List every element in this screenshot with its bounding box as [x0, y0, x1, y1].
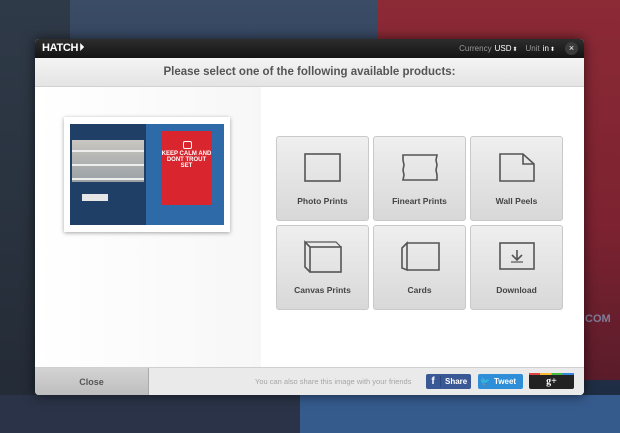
select-arrows-icon: ⬍ [549, 47, 555, 53]
unit-label: Unit [525, 44, 540, 53]
product-wall-peels[interactable]: Wall Peels [470, 136, 563, 221]
product-grid: Photo Prints Fineart Prints Wall Peels C… [276, 136, 566, 312]
product-label: Photo Prints [297, 196, 348, 206]
product-label: Wall Peels [495, 196, 538, 206]
card-icon [400, 241, 440, 272]
google-plus-button[interactable]: g+ [529, 373, 574, 389]
product-canvas-prints[interactable]: Canvas Prints [276, 225, 369, 310]
twitter-tweet-button[interactable]: 🐦 Tweet [478, 374, 523, 389]
google-plus-icon: g+ [546, 376, 557, 387]
close-button[interactable]: Close [35, 368, 149, 395]
dialog-footer: Close You can also share this image with… [35, 367, 584, 395]
heading-bar: Please select one of the following avail… [35, 58, 584, 87]
share-prompt: You can also share this image with your … [255, 377, 412, 386]
close-icon[interactable]: × [565, 42, 578, 55]
facebook-icon: f [426, 376, 441, 387]
currency-select[interactable]: USD⬍ [495, 44, 518, 53]
hatch-logo: HATCH [42, 42, 85, 54]
select-arrows-icon: ⬍ [512, 47, 518, 53]
canvas-print-icon [303, 240, 342, 273]
dialog-topbar: HATCH Currency USD⬍ Unit in⬍ × [35, 39, 584, 58]
poster-text: KEEP CALM AND DONT TROUT SET [161, 151, 212, 169]
unit-select[interactable]: in⬍ [543, 44, 555, 53]
product-download[interactable]: Download [470, 225, 563, 310]
facebook-share-button[interactable]: f Share [426, 374, 471, 389]
photo-print-icon [303, 153, 341, 182]
google-stripe [529, 373, 574, 375]
twitter-icon: 🐦 [480, 377, 490, 386]
dialog-heading: Please select one of the following avail… [163, 66, 456, 78]
product-label: Download [496, 285, 537, 295]
product-label: Fineart Prints [392, 196, 447, 206]
image-preview: KEEP CALM AND DONT TROUT SET [64, 117, 230, 232]
logo-flag-icon [80, 43, 85, 51]
crown-icon [183, 141, 192, 149]
currency-label: Currency [459, 44, 492, 53]
product-photo-prints[interactable]: Photo Prints [276, 136, 369, 221]
wall-peel-icon [498, 153, 535, 182]
preview-photo: KEEP CALM AND DONT TROUT SET [70, 124, 224, 225]
product-label: Cards [407, 285, 432, 295]
product-fineart-prints[interactable]: Fineart Prints [373, 136, 466, 221]
download-icon [498, 242, 535, 270]
window-graphic [72, 140, 144, 182]
background-text: COM [585, 313, 611, 325]
fineart-print-icon [401, 154, 438, 181]
poster-graphic: KEEP CALM AND DONT TROUT SET [161, 131, 212, 205]
product-cards[interactable]: Cards [373, 225, 466, 310]
product-label: Canvas Prints [294, 285, 351, 295]
product-dialog: HATCH Currency USD⬍ Unit in⬍ × Please se… [35, 39, 584, 395]
